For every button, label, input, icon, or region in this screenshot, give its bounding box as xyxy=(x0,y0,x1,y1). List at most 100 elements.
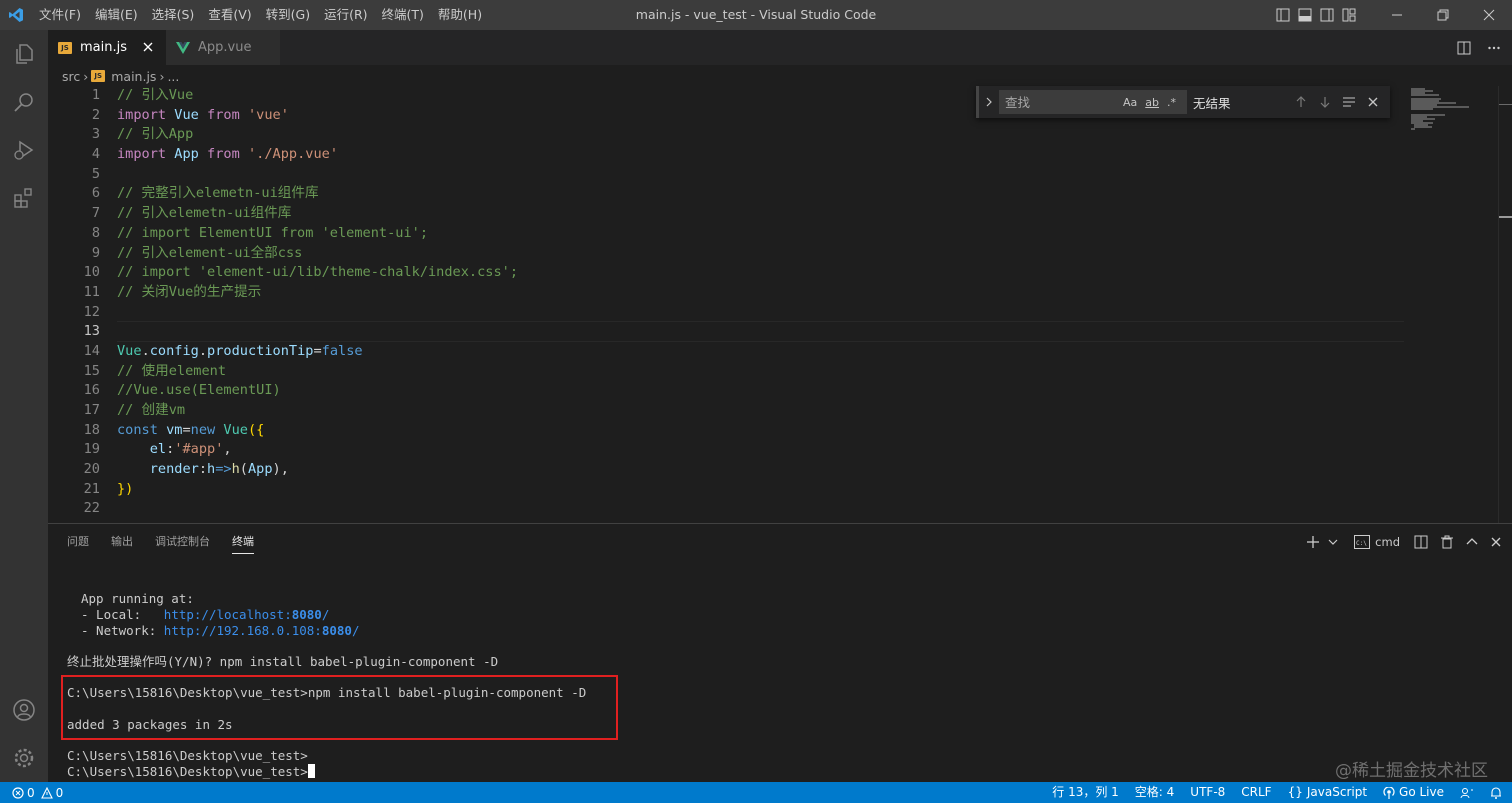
settings-gear-icon[interactable] xyxy=(0,734,48,782)
chevron-right-icon: › xyxy=(159,68,165,84)
feedback-icon[interactable] xyxy=(1452,782,1482,803)
find-input[interactable] xyxy=(1005,94,1115,110)
match-whole-word-toggle[interactable]: ab xyxy=(1145,96,1159,109)
toggle-replace-chevron-icon[interactable] xyxy=(979,86,999,118)
explorer-icon[interactable] xyxy=(0,30,48,78)
search-icon[interactable] xyxy=(0,78,48,126)
line-number: 4 xyxy=(91,146,100,163)
activity-bar xyxy=(0,30,48,782)
toggle-panel-icon[interactable] xyxy=(1294,0,1316,30)
panel-tabs: 问题 输出 调试控制台 终端 xyxy=(56,524,265,560)
terminal-line: App running at: xyxy=(81,591,194,606)
code-line: // 引入App xyxy=(117,126,194,143)
tab-problems[interactable]: 问题 xyxy=(56,524,100,560)
accounts-icon[interactable] xyxy=(0,686,48,734)
restore-button[interactable] xyxy=(1420,0,1466,30)
menu-help[interactable]: 帮助(H) xyxy=(431,0,489,30)
use-regex-toggle[interactable]: .* xyxy=(1167,96,1176,109)
kill-terminal-trash-icon[interactable] xyxy=(1436,524,1458,560)
tab-main-js[interactable]: JS main.js xyxy=(48,30,166,65)
terminal-profile-chevron-down-icon[interactable] xyxy=(1324,524,1342,560)
close-panel-icon[interactable] xyxy=(1486,524,1506,560)
encoding[interactable]: UTF-8 xyxy=(1182,782,1233,803)
close-window-button[interactable] xyxy=(1466,0,1512,30)
tab-app-vue[interactable]: App.vue xyxy=(166,30,280,65)
indentation[interactable]: 空格: 4 xyxy=(1127,782,1183,803)
js-file-icon: JS xyxy=(58,41,72,54)
error-count: 0 xyxy=(27,785,35,800)
breadcrumb-more[interactable]: ... xyxy=(167,69,179,84)
previous-match-arrow-up-icon[interactable] xyxy=(1289,86,1313,118)
minimize-button[interactable] xyxy=(1374,0,1420,30)
extensions-icon[interactable] xyxy=(0,174,48,222)
menu-view[interactable]: 查看(V) xyxy=(201,0,258,30)
menu-run[interactable]: 运行(R) xyxy=(317,0,374,30)
js-file-icon: JS xyxy=(91,70,106,82)
customize-layout-icon[interactable] xyxy=(1338,0,1360,30)
line-number: 7 xyxy=(91,205,100,222)
code-editor[interactable]: 1 2 3 4 5 6 7 8 9 10 11 12 13 14 15 16 1… xyxy=(48,86,1512,523)
find-widget: Aa ab .* 无结果 xyxy=(976,86,1390,118)
breadcrumb: src › JS main.js › ... xyxy=(48,65,1512,87)
line-number: 3 xyxy=(91,126,100,143)
bottom-panel: 问题 输出 调试控制台 终端 C:\ cmd App running at: -… xyxy=(48,523,1512,782)
editor-tab-bar: JS main.js App.vue xyxy=(48,30,1512,65)
close-icon[interactable] xyxy=(140,39,156,55)
menu-go[interactable]: 转到(G) xyxy=(259,0,317,30)
line-number: 5 xyxy=(91,165,100,182)
code-line: // 引入elemetn-ui组件库 xyxy=(117,205,292,222)
code-lines[interactable]: // 引入Vue import Vue from 'vue' // 引入App … xyxy=(117,86,518,519)
code-line: // 创建vm xyxy=(117,402,186,418)
terminal-cursor xyxy=(307,764,315,778)
code-line: const vm=new Vue({ xyxy=(117,421,265,438)
notifications-bell-icon[interactable] xyxy=(1482,782,1512,803)
go-live-button[interactable]: Go Live xyxy=(1375,782,1452,803)
problems-status[interactable]: 0 0 xyxy=(0,782,63,803)
maximize-panel-chevron-up-icon[interactable] xyxy=(1462,524,1482,560)
menu-terminal[interactable]: 终端(T) xyxy=(375,0,431,30)
chevron-right-icon: › xyxy=(83,68,89,84)
cursor-position[interactable]: 行 13，列 1 xyxy=(1044,782,1127,803)
editor-scrollbar[interactable] xyxy=(1498,86,1512,523)
terminal-selector[interactable]: C:\ cmd xyxy=(1350,524,1404,560)
code-line: // 使用element xyxy=(117,362,227,379)
line-number: 19 xyxy=(83,441,100,458)
end-of-line[interactable]: CRLF xyxy=(1233,782,1279,803)
broadcast-icon xyxy=(1383,786,1395,799)
new-terminal-plus-icon[interactable] xyxy=(1302,524,1324,560)
title-bar: 文件(F) 编辑(E) 选择(S) 查看(V) 转到(G) 运行(R) 终端(T… xyxy=(0,0,1512,30)
code-line: el:'#app', xyxy=(149,441,232,458)
code-line: // 关闭Vue的生产提示 xyxy=(117,283,262,300)
toggle-sidebar-icon[interactable] xyxy=(1272,0,1294,30)
menu-file[interactable]: 文件(F) xyxy=(32,0,88,30)
line-number: 14 xyxy=(83,342,100,359)
menu-edit[interactable]: 编辑(E) xyxy=(88,0,145,30)
breadcrumb-file[interactable]: main.js xyxy=(111,69,156,84)
code-line: Vue.config.productionTip=false xyxy=(117,342,363,359)
breadcrumb-folder[interactable]: src xyxy=(62,69,80,84)
line-number: 21 xyxy=(83,480,100,497)
tab-label: main.js xyxy=(80,40,127,55)
line-number-active: 13 xyxy=(83,323,100,340)
find-in-selection-icon[interactable] xyxy=(1337,86,1361,118)
minimap[interactable] xyxy=(1408,86,1498,523)
code-line: }) xyxy=(117,480,134,497)
tab-output[interactable]: 输出 xyxy=(100,524,144,560)
split-editor-icon[interactable] xyxy=(1452,30,1476,65)
tab-debug-console[interactable]: 调试控制台 xyxy=(144,524,221,560)
split-terminal-icon[interactable] xyxy=(1410,524,1432,560)
menu-selection[interactable]: 选择(S) xyxy=(145,0,202,30)
toggle-secondary-sidebar-icon[interactable] xyxy=(1316,0,1338,30)
language-mode[interactable]: {} JavaScript xyxy=(1280,782,1375,803)
watermark: @稀土掘金技术社区 xyxy=(1335,761,1488,781)
run-debug-icon[interactable] xyxy=(0,126,48,174)
tab-terminal[interactable]: 终端 xyxy=(221,524,265,560)
braces-icon: {} xyxy=(1287,785,1303,799)
code-line: // 引入Vue xyxy=(117,87,194,103)
more-actions-icon[interactable] xyxy=(1482,30,1506,65)
next-match-arrow-down-icon[interactable] xyxy=(1313,86,1337,118)
code-line: // import ElementUI from 'element-ui'; xyxy=(117,224,428,241)
close-find-icon[interactable] xyxy=(1361,86,1385,118)
vscode-logo-icon xyxy=(0,0,32,30)
match-case-toggle[interactable]: Aa xyxy=(1123,96,1137,109)
